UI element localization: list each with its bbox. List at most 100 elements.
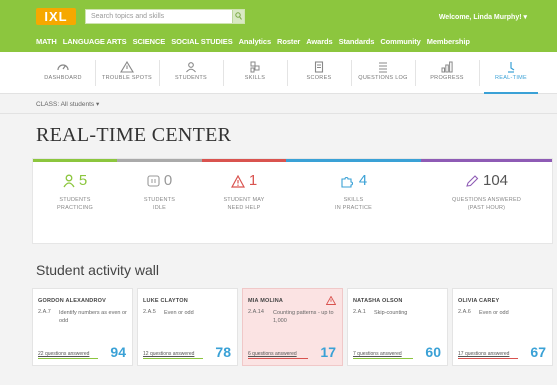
nav-roster[interactable]: Roster [277, 37, 300, 46]
stat-label: STUDENT MAY [223, 197, 265, 203]
ixl-logo[interactable]: IXL [36, 8, 76, 25]
stat-value: 0 [163, 172, 173, 189]
skill-code: 2.A.1 [353, 309, 366, 315]
subnav-label: STUDENTS [174, 75, 208, 81]
subnav-real-time[interactable]: REAL-TIME [480, 52, 542, 94]
stat-skills-in-practice[interactable]: 4 SKILLS IN PRACTICE [286, 159, 421, 243]
search-input[interactable]: Search topics and skills [85, 9, 245, 24]
student-name: LUKE CLAYTON [143, 298, 188, 304]
stat-label: (PAST HOUR) [467, 205, 506, 211]
activity-wall-title: Student activity wall [36, 262, 159, 278]
progress-underline [353, 358, 413, 359]
stat-label: SKILLS [343, 197, 364, 203]
subnav-trouble-spots[interactable]: TROUBLE SPOTS [96, 52, 158, 94]
list-icon [379, 62, 387, 73]
nav-awards[interactable]: Awards [306, 37, 332, 46]
search-button[interactable] [232, 10, 244, 23]
nav-membership[interactable]: Membership [427, 37, 470, 46]
analytics-subnav: DASHBOARD TROUBLE SPOTS STUDENTS SKILLS … [0, 52, 557, 94]
class-selector[interactable]: CLASS: All students ▾ [36, 100, 99, 108]
warning-icon [326, 296, 336, 305]
top-header: IXL Search topics and skills Welcome, Li… [0, 0, 557, 52]
skill-code: 2.A.7 [38, 309, 51, 315]
alert-icon [230, 174, 245, 188]
stat-label: NEED HELP [227, 205, 261, 211]
progress-underline [143, 358, 203, 359]
stat-label: IDLE [152, 205, 167, 211]
stat-students-idle[interactable]: 0 STUDENTS IDLE [117, 159, 202, 243]
stat-students-practicing[interactable]: 5 STUDENTS PRACTICING [33, 159, 117, 243]
stat-value: 5 [78, 172, 88, 189]
subnav-students[interactable]: STUDENTS [160, 52, 222, 94]
student-card[interactable]: GORDON ALEXANDROV 2.A.7 Identify numbers… [32, 288, 133, 366]
subnav-scores[interactable]: SCORES [288, 52, 350, 94]
skill-code: 2.A.14 [248, 309, 264, 315]
stat-label: QUESTIONS ANSWERED [452, 197, 521, 203]
skill-name: Counting patterns - up to 1,000 [273, 310, 334, 324]
nav-science[interactable]: SCIENCE [133, 37, 166, 46]
stat-label: PRACTICING [57, 205, 93, 211]
stat-value: 1 [248, 172, 258, 189]
realtime-icon [508, 62, 515, 73]
skill-code: 2.A.5 [143, 309, 156, 315]
class-selector-bar: CLASS: All students ▾ [0, 94, 557, 114]
progress-underline [248, 358, 308, 359]
questions-answered-link[interactable]: 6 questions answered [248, 351, 297, 357]
welcome-user-menu[interactable]: Welcome, Linda Murphy! ▾ [439, 13, 527, 21]
activity-wall: GORDON ALEXANDROV 2.A.7 Identify numbers… [32, 288, 553, 368]
skill-code: 2.A.6 [458, 309, 471, 315]
idle-icon [147, 175, 160, 187]
pencil-icon [466, 174, 479, 187]
stat-value: 104 [482, 172, 509, 189]
progress-underline [458, 358, 518, 359]
scores-icon [314, 61, 324, 73]
smart-score: 60 [425, 344, 441, 360]
questions-answered-link[interactable]: 17 questions answered [458, 351, 509, 357]
smart-score: 67 [530, 344, 546, 360]
subnav-label: PROGRESS [430, 75, 464, 81]
subnav-progress[interactable]: PROGRESS [416, 52, 478, 94]
gauge-icon [57, 64, 69, 71]
smart-score: 78 [215, 344, 231, 360]
questions-answered-link[interactable]: 7 questions answered [353, 351, 402, 357]
subnav-questions-log[interactable]: QUESTIONS LOG [352, 52, 414, 94]
questions-answered-link[interactable]: 12 questions answered [143, 351, 194, 357]
subnav-label: REAL-TIME [494, 75, 528, 81]
progress-underline [38, 358, 98, 359]
smart-score: 17 [320, 344, 336, 360]
student-card[interactable]: LUKE CLAYTON 2.A.5 Even or odd 12 questi… [137, 288, 238, 366]
subnav-dashboard[interactable]: DASHBOARD [32, 52, 94, 94]
nav-community[interactable]: Community [380, 37, 420, 46]
skill-name: Skip-counting [374, 310, 408, 316]
progress-icon [441, 61, 453, 73]
nav-social-studies[interactable]: SOCIAL STUDIES [171, 37, 232, 46]
student-card[interactable]: NATASHA OLSON 2.A.1 Skip-counting 7 ques… [347, 288, 448, 366]
stat-value: 4 [358, 172, 368, 189]
nav-standards[interactable]: Standards [339, 37, 375, 46]
nav-math[interactable]: MATH [36, 37, 57, 46]
stat-need-help[interactable]: 1 STUDENT MAY NEED HELP [202, 159, 286, 243]
warning-icon [120, 61, 134, 73]
questions-answered-link[interactable]: 22 questions answered [38, 351, 89, 357]
stat-label: STUDENTS [59, 197, 91, 203]
stat-questions-answered[interactable]: 104 QUESTIONS ANSWERED (PAST HOUR) [421, 159, 552, 243]
skill-name: Even or odd [164, 310, 194, 316]
stat-label: STUDENTS [143, 197, 176, 203]
main-nav: MATH LANGUAGE ARTS SCIENCE SOCIAL STUDIE… [36, 37, 470, 46]
subnav-skills[interactable]: SKILLS [224, 52, 286, 94]
student-name: NATASHA OLSON [353, 298, 403, 304]
student-card-alert[interactable]: MIA MOLINA 2.A.14 Counting patterns - up… [242, 288, 343, 366]
subnav-label: QUESTIONS LOG [358, 75, 408, 81]
student-card[interactable]: OLIVIA CAREY 2.A.6 Even or odd 17 questi… [452, 288, 553, 366]
nav-language-arts[interactable]: LANGUAGE ARTS [63, 37, 127, 46]
subnav-label: TROUBLE SPOTS [101, 75, 153, 81]
skills-icon [250, 61, 260, 73]
search-icon [235, 12, 242, 20]
page-title: REAL-TIME CENTER [36, 124, 232, 146]
students-practicing-icon [63, 174, 75, 188]
skill-name: Identify numbers as even or odd [59, 310, 127, 324]
subnav-label: SKILLS [244, 75, 266, 81]
puzzle-icon [341, 176, 353, 188]
stat-label: IN PRACTICE [334, 205, 373, 211]
nav-analytics[interactable]: Analytics [239, 37, 272, 46]
